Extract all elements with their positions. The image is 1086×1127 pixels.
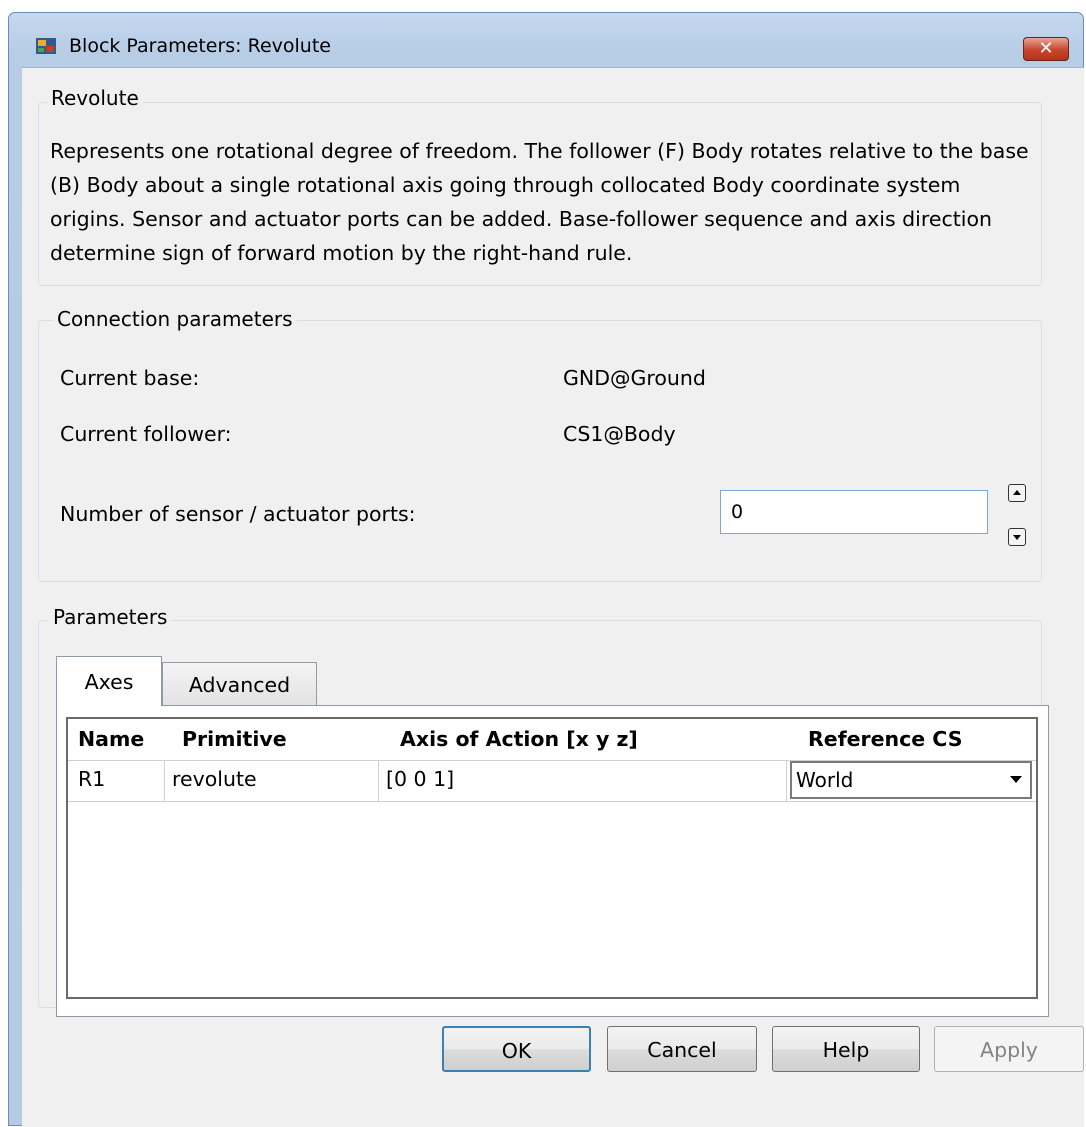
connection-parameters-legend: Connection parameters [53,307,297,331]
cell-primitive[interactable]: revolute [172,767,257,791]
row-divider [68,801,1036,802]
reference-cs-dropdown[interactable]: World [790,761,1032,799]
current-base-label: Current base: [60,366,200,390]
window-title: Block Parameters: Revolute [69,35,331,57]
title-bar[interactable]: Block Parameters: Revolute ✕ [9,13,1083,71]
close-icon: ✕ [1038,38,1054,59]
spin-up-button[interactable] [1008,484,1026,502]
column-header-primitive: Primitive [182,727,287,751]
tab-advanced[interactable]: Advanced [162,662,317,706]
current-follower-value: CS1@Body [563,422,676,446]
column-divider [378,761,379,801]
apply-button[interactable]: Apply [934,1026,1084,1072]
help-button[interactable]: Help [772,1026,920,1072]
column-header-name: Name [78,727,145,751]
cell-axis[interactable]: [0 0 1] [386,767,454,791]
spin-up-icon [1013,490,1021,495]
current-base-value: GND@Ground [563,366,706,390]
dropdown-arrow-icon [1010,776,1022,783]
cancel-button[interactable]: Cancel [607,1026,757,1072]
ok-button[interactable]: OK [442,1026,591,1072]
tab-axes[interactable]: Axes [56,656,162,706]
current-follower-label: Current follower: [60,422,232,446]
column-header-reference-cs: Reference CS [808,727,963,751]
block-description: Represents one rotational degree of free… [50,139,1029,265]
revolute-legend: Revolute [47,86,143,110]
ports-input[interactable] [720,490,988,534]
column-divider [786,761,787,801]
reference-cs-value: World [796,768,854,792]
close-button[interactable]: ✕ [1023,37,1069,61]
connection-parameters-group [38,320,1042,582]
column-header-axis: Axis of Action [x y z] [400,727,638,751]
parameters-legend: Parameters [49,605,172,629]
ports-label: Number of sensor / actuator ports: [60,502,416,526]
app-icon [35,35,57,57]
axes-table: Name Primitive Axis of Action [x y z] Re… [66,717,1038,999]
cell-name[interactable]: R1 [78,767,105,791]
column-divider [164,761,165,801]
spin-down-icon [1013,535,1021,540]
spin-down-button[interactable] [1008,528,1026,546]
